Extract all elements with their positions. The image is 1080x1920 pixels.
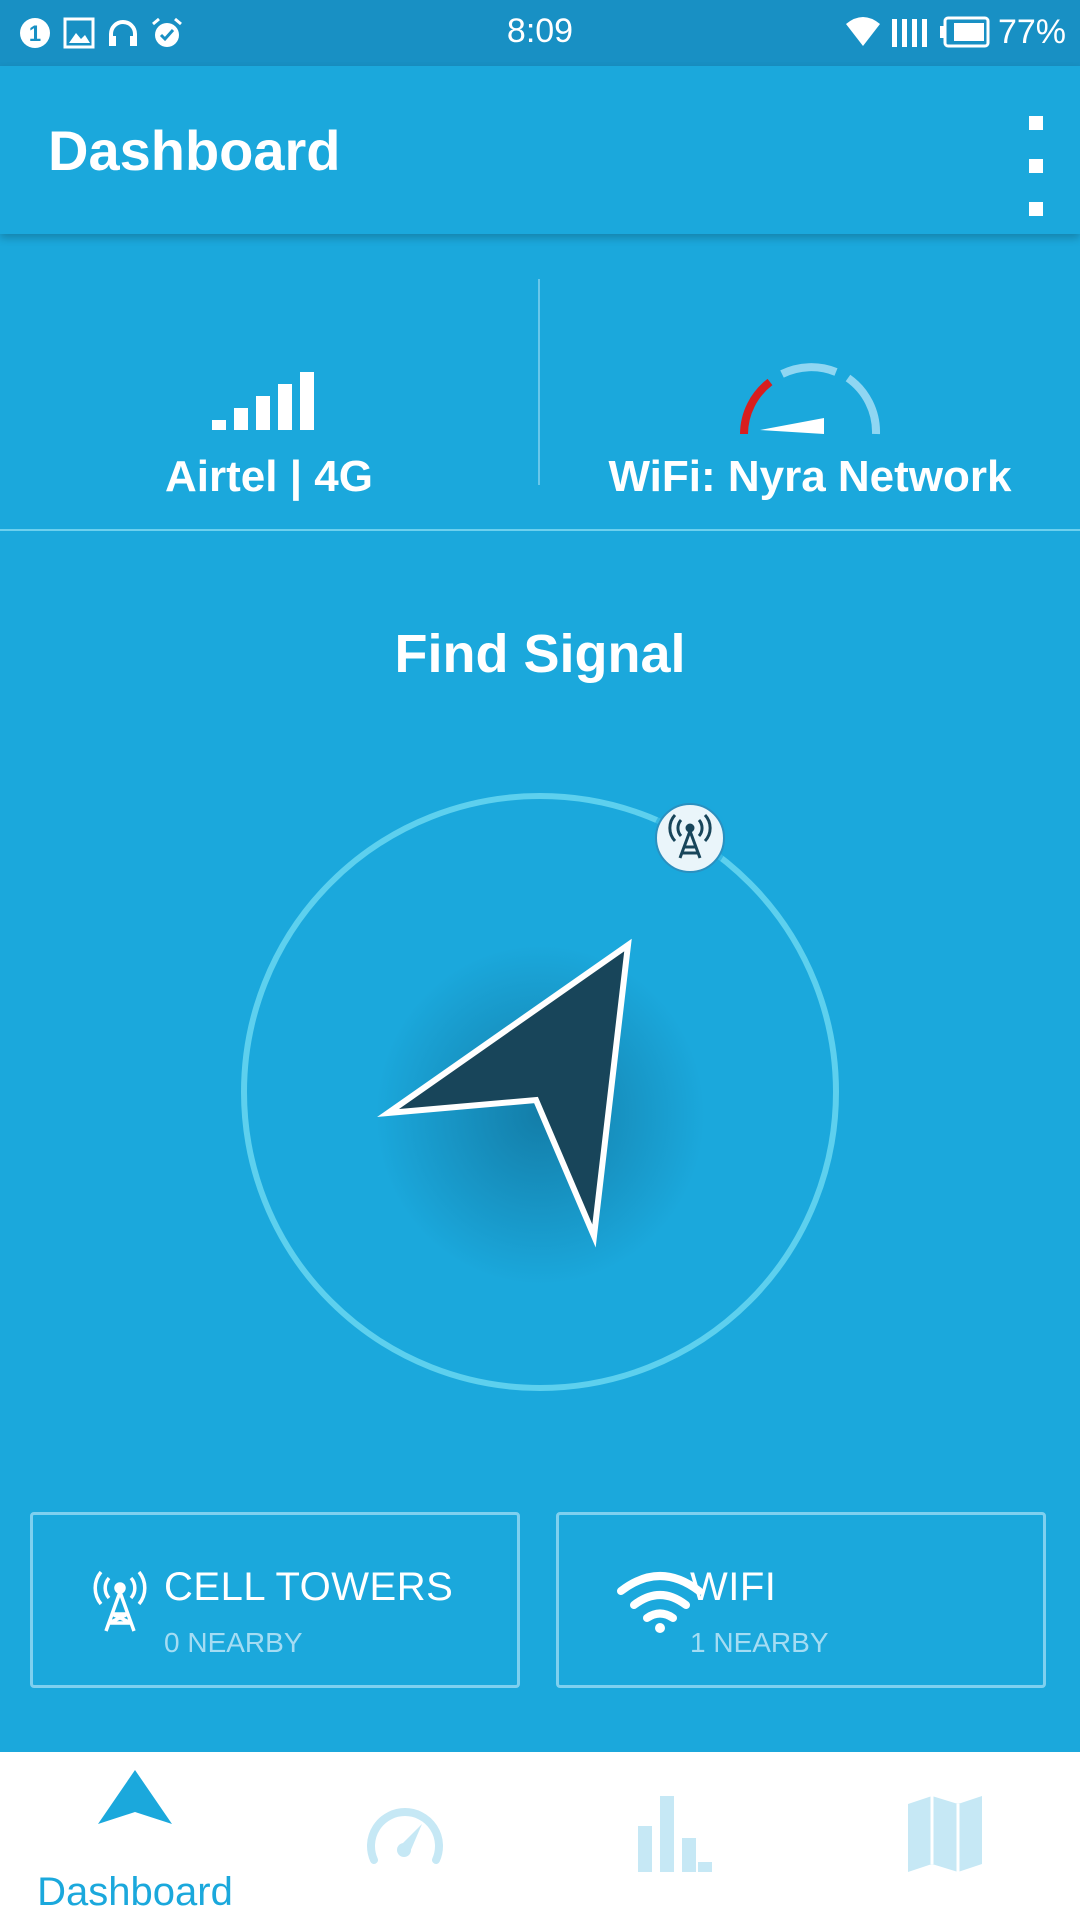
nav-statistics[interactable] [540, 1752, 810, 1920]
page-title: Dashboard [48, 119, 341, 182]
signal-compass [241, 793, 839, 1391]
cell-towers-count: 0 NEARBY [164, 1627, 303, 1658]
bottom-navigation: Dashboard [0, 1752, 1080, 1920]
wifi-network-status: WiFi: Nyra Network [540, 234, 1080, 529]
speedometer-icon [367, 1808, 443, 1864]
dashboard-arrow-icon [98, 1770, 172, 1824]
wifi-count: 1 NEARBY [690, 1627, 829, 1658]
cell-tower-icon [93, 1571, 147, 1632]
speed-gauge-icon [740, 363, 881, 435]
nav-map[interactable] [810, 1752, 1080, 1920]
bar-chart-icon [638, 1796, 712, 1872]
network-status-row: Airtel | 4G WiFi: Nyra Network [0, 234, 1080, 531]
battery-percent: 77% [997, 12, 1066, 51]
overflow-menu-icon [1029, 116, 1043, 130]
nav-dashboard[interactable]: Dashboard [0, 1752, 270, 1920]
app-bar: Dashboard [0, 66, 1080, 234]
signal-icon [891, 19, 927, 47]
status-bar-right-icons: 77% [844, 12, 1066, 52]
wifi-icon [845, 17, 880, 46]
wifi-network-label: WiFi: Nyra Network [608, 452, 1012, 501]
cell-network-label: Airtel | 4G [165, 452, 373, 501]
nav-dashboard-label: Dashboard [37, 1870, 233, 1914]
cell-network-status: Airtel | 4G [0, 234, 538, 529]
signal-bars-icon [212, 372, 314, 430]
status-bar: 1 8:09 77% [0, 0, 1080, 66]
find-signal-title: Find Signal [394, 624, 686, 684]
overflow-menu-button[interactable] [1016, 116, 1056, 216]
cell-towers-tile[interactable]: CELL TOWERS 0 NEARBY [30, 1512, 520, 1688]
wifi-tile[interactable]: WIFI 1 NEARBY [556, 1512, 1046, 1688]
wifi-title: WIFI [690, 1565, 777, 1609]
tower-marker[interactable] [652, 800, 728, 876]
battery-icon [939, 16, 990, 48]
map-icon [908, 1796, 982, 1872]
cell-towers-title: CELL TOWERS [164, 1565, 454, 1609]
nav-speed-test[interactable] [270, 1752, 540, 1920]
